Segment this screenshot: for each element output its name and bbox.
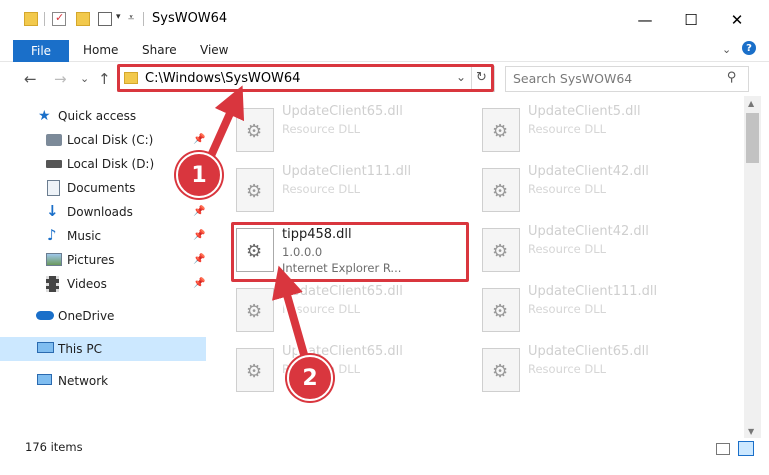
step-1-badge: 1 bbox=[176, 152, 222, 198]
step-2-badge: 2 bbox=[287, 355, 333, 401]
annotation-arrows bbox=[204, 85, 312, 360]
arrow-1 bbox=[206, 85, 245, 160]
arrow-2 bbox=[272, 265, 309, 360]
